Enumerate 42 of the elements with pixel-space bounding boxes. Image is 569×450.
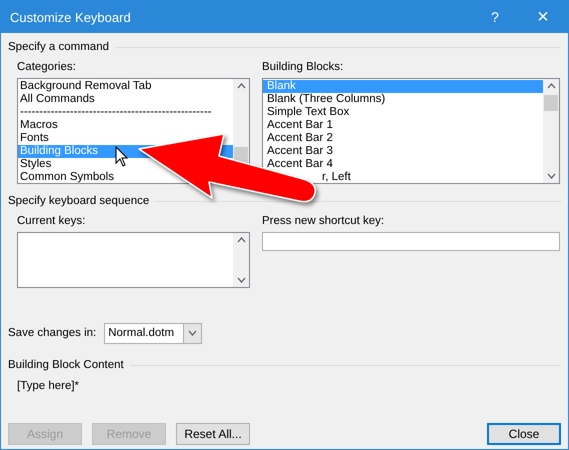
scroll-up-icon[interactable] <box>236 237 246 243</box>
list-item[interactable]: -------------------------------------------------- <box>18 106 212 119</box>
window-title: Customize Keyboard <box>10 10 132 24</box>
scrollbar[interactable] <box>233 233 249 287</box>
scrollbar[interactable] <box>543 79 559 183</box>
scroll-down-icon[interactable] <box>546 173 556 179</box>
dialog-button[interactable]: Close <box>487 423 561 445</box>
list-item[interactable]: Styles <box>18 158 52 171</box>
dropdown[interactable]: Normal.dotm <box>104 322 202 344</box>
list-item[interactable]: Accent Bar 1 <box>263 119 333 132</box>
list-item[interactable]: Blank (Three Columns) <box>263 93 386 106</box>
list-item[interactable]: Accent Bar 4 <box>263 158 333 171</box>
help-button[interactable]: ? <box>472 9 518 25</box>
scroll-thumb[interactable] <box>234 147 248 163</box>
dropdown-caret-icon[interactable] <box>188 330 198 336</box>
list-item[interactable]: Background Removal Tab <box>18 80 152 93</box>
dialog-button[interactable]: Reset All... <box>176 423 250 445</box>
section-title: Specify a command <box>8 41 109 53</box>
field-label: Press new shortcut key: <box>262 214 384 228</box>
mouse-cursor-icon <box>116 146 128 167</box>
list-item[interactable]: Fonts <box>18 132 49 145</box>
input-field[interactable] <box>262 232 560 251</box>
list-box[interactable] <box>17 232 250 288</box>
list-item[interactable]: Accent Bar 3 <box>263 145 333 158</box>
close-button[interactable]: × <box>518 6 568 28</box>
field-label: Current keys: <box>17 214 86 228</box>
list-item[interactable]: All Commands <box>18 93 95 106</box>
section-title: Building Block Content <box>8 359 124 371</box>
list-item[interactable]: r, Left <box>318 171 351 183</box>
content-text: [Type here]* <box>17 380 80 392</box>
scroll-up-icon[interactable] <box>236 83 246 89</box>
list-item[interactable]: Accent Bar 2 <box>263 132 333 145</box>
list-item[interactable]: Macros <box>18 119 58 132</box>
section-title: Specify keyboard sequence <box>8 195 150 207</box>
field-label: Categories: <box>17 60 76 74</box>
scroll-down-icon[interactable] <box>236 277 246 283</box>
scroll-up-icon[interactable] <box>546 83 556 89</box>
field-label: Building Blocks: <box>262 60 344 74</box>
list-item[interactable]: Simple Text Box <box>263 106 350 119</box>
list-item[interactable]: Common Symbols <box>18 171 114 183</box>
field-label: Save changes in: <box>8 327 96 339</box>
scroll-thumb[interactable] <box>544 95 558 111</box>
